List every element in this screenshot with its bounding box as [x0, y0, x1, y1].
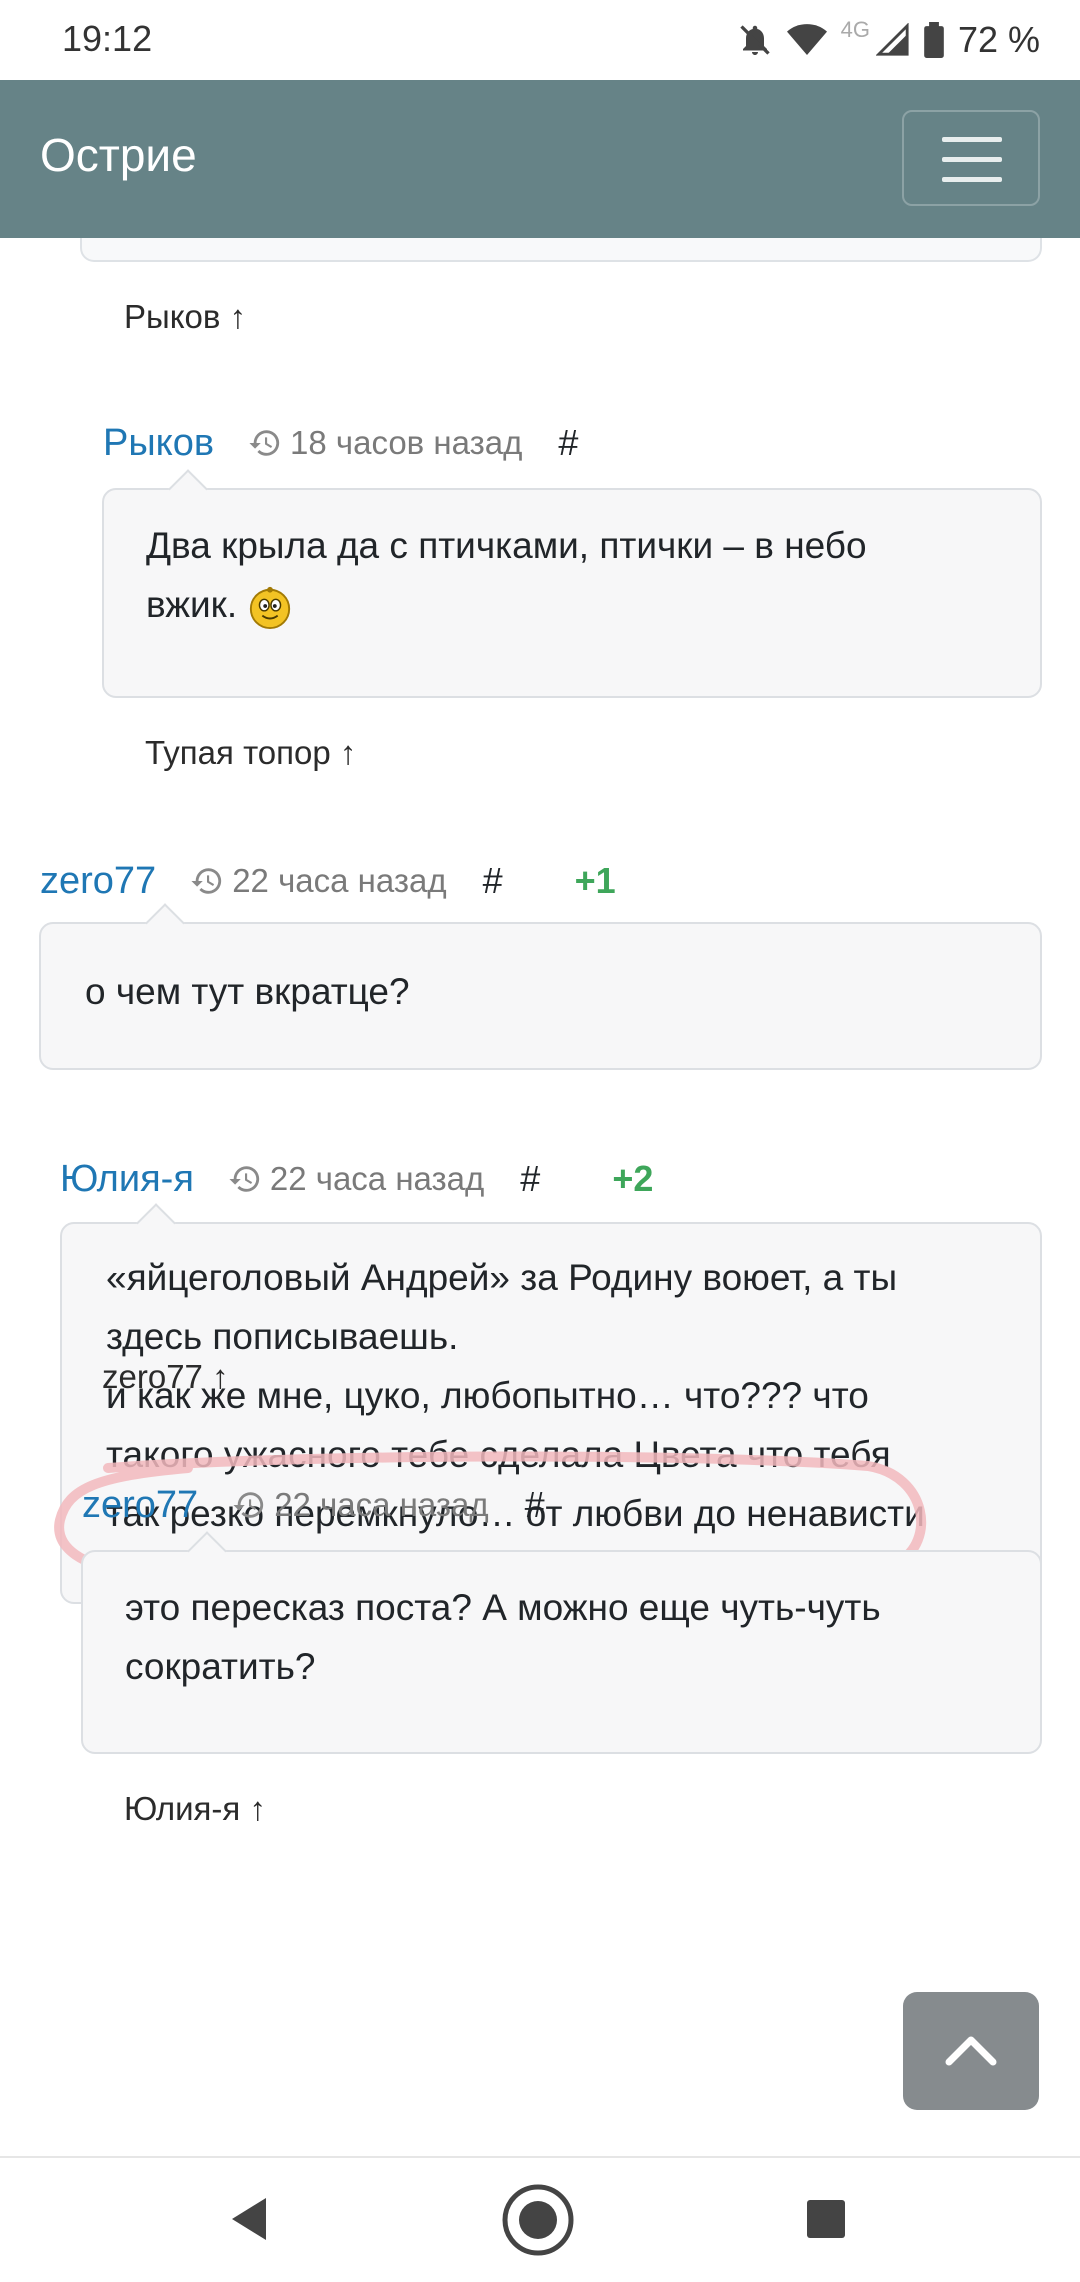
scroll-to-top-button[interactable] — [903, 1992, 1039, 2110]
comment-author[interactable]: Юлия-я — [60, 1158, 194, 1201]
comment-author[interactable]: zero77 — [82, 1484, 198, 1527]
comment-permalink[interactable]: # — [558, 422, 578, 464]
comment-permalink[interactable]: # — [525, 1484, 545, 1526]
chevron-up-icon — [945, 2036, 997, 2066]
comment-body: это пересказ поста? А можно еще чуть-чут… — [81, 1531, 1042, 1754]
history-icon — [229, 1166, 260, 1192]
wifi-icon — [786, 24, 827, 55]
top-navbar: Острие — [0, 80, 1080, 238]
comment-text-line: здесь пописываешь. — [106, 1316, 459, 1357]
comment-permalink[interactable]: # — [483, 860, 503, 902]
comment-text: вжик. — [146, 584, 238, 625]
history-icon — [249, 430, 280, 456]
bell-off-icon — [739, 25, 770, 55]
comment-text-line: и как же мне, цуко, любопытно… что??? чт… — [106, 1375, 869, 1416]
bubble-tail — [136, 1203, 176, 1243]
hamburger-line — [942, 157, 1002, 162]
back-icon[interactable] — [226, 2194, 270, 2244]
battery-level: 72 % — [957, 19, 1040, 60]
comment-score: +2 — [612, 1158, 654, 1199]
comment-time: 22 часа назад — [269, 1160, 485, 1197]
history-icon — [233, 1492, 264, 1518]
status-icons: 4G 72 % — [737, 14, 1040, 66]
status-bar: 19:12 4G 72 % — [0, 0, 1080, 80]
comment-header: Рыков 18 часов назад # — [103, 418, 578, 468]
history-icon — [191, 868, 222, 894]
menu-toggle-button[interactable] — [902, 110, 1040, 206]
comment-permalink[interactable]: # — [520, 1158, 540, 1200]
comment-text-line: сократить? — [125, 1646, 316, 1687]
network-type: 4G — [840, 17, 870, 42]
comment-header: zero77 22 часа назад # — [82, 1480, 545, 1530]
signal-icon — [875, 23, 909, 56]
reply-parent-link[interactable]: zero77 ↑ — [102, 1358, 229, 1396]
reply-parent-link[interactable]: Юлия-я ↑ — [124, 1790, 266, 1828]
smiley-emoji-icon — [250, 587, 291, 630]
comments-list: Рыков ↑ Рыков 18 часов назад # Два крыла… — [0, 238, 1080, 2156]
status-time: 19:12 — [62, 18, 153, 59]
comment-time: 22 часа назад — [232, 862, 447, 899]
comment-text-line: вжик. — [146, 575, 998, 634]
reply-parent-link[interactable]: Тупая топор ↑ — [145, 734, 356, 772]
battery-icon — [924, 22, 944, 58]
recents-icon[interactable] — [805, 2198, 847, 2240]
comment-header: zero77 22 часа назад # +1 — [40, 856, 616, 906]
home-icon[interactable] — [500, 2182, 576, 2258]
comment-text-line: «яйцеголовый Андрей» за Родину воюет, а … — [106, 1257, 898, 1298]
comment-time: 22 часа назад — [274, 1486, 489, 1523]
comment-score: +1 — [574, 860, 616, 901]
comment-author[interactable]: Рыков — [103, 422, 214, 465]
bubble-tail — [145, 903, 185, 943]
reply-parent-link[interactable]: Рыков ↑ — [124, 298, 246, 336]
comment-time: 18 часов назад — [290, 424, 523, 461]
comment-header: Юлия-я 22 часа назад # +2 — [60, 1154, 653, 1204]
comment-text-line: Два крыла да с птичками, птички – в небо — [146, 525, 867, 566]
comment-author[interactable]: zero77 — [40, 860, 156, 903]
hamburger-line — [942, 177, 1002, 182]
comment-text-line: это пересказ поста? А можно еще чуть-чут… — [125, 1587, 881, 1628]
hamburger-line — [942, 137, 1002, 142]
comment-body: о чем тут вкратце? — [39, 903, 1042, 1070]
comment-text: о чем тут вкратце? — [85, 971, 410, 1012]
bubble-tail — [168, 469, 208, 509]
site-brand[interactable]: Острие — [40, 128, 197, 182]
previous-comment-bubble — [80, 238, 1042, 262]
system-navigation-bar — [0, 2156, 1080, 2282]
comment-body: Два крыла да с птичками, птички – в небо… — [102, 469, 1042, 698]
